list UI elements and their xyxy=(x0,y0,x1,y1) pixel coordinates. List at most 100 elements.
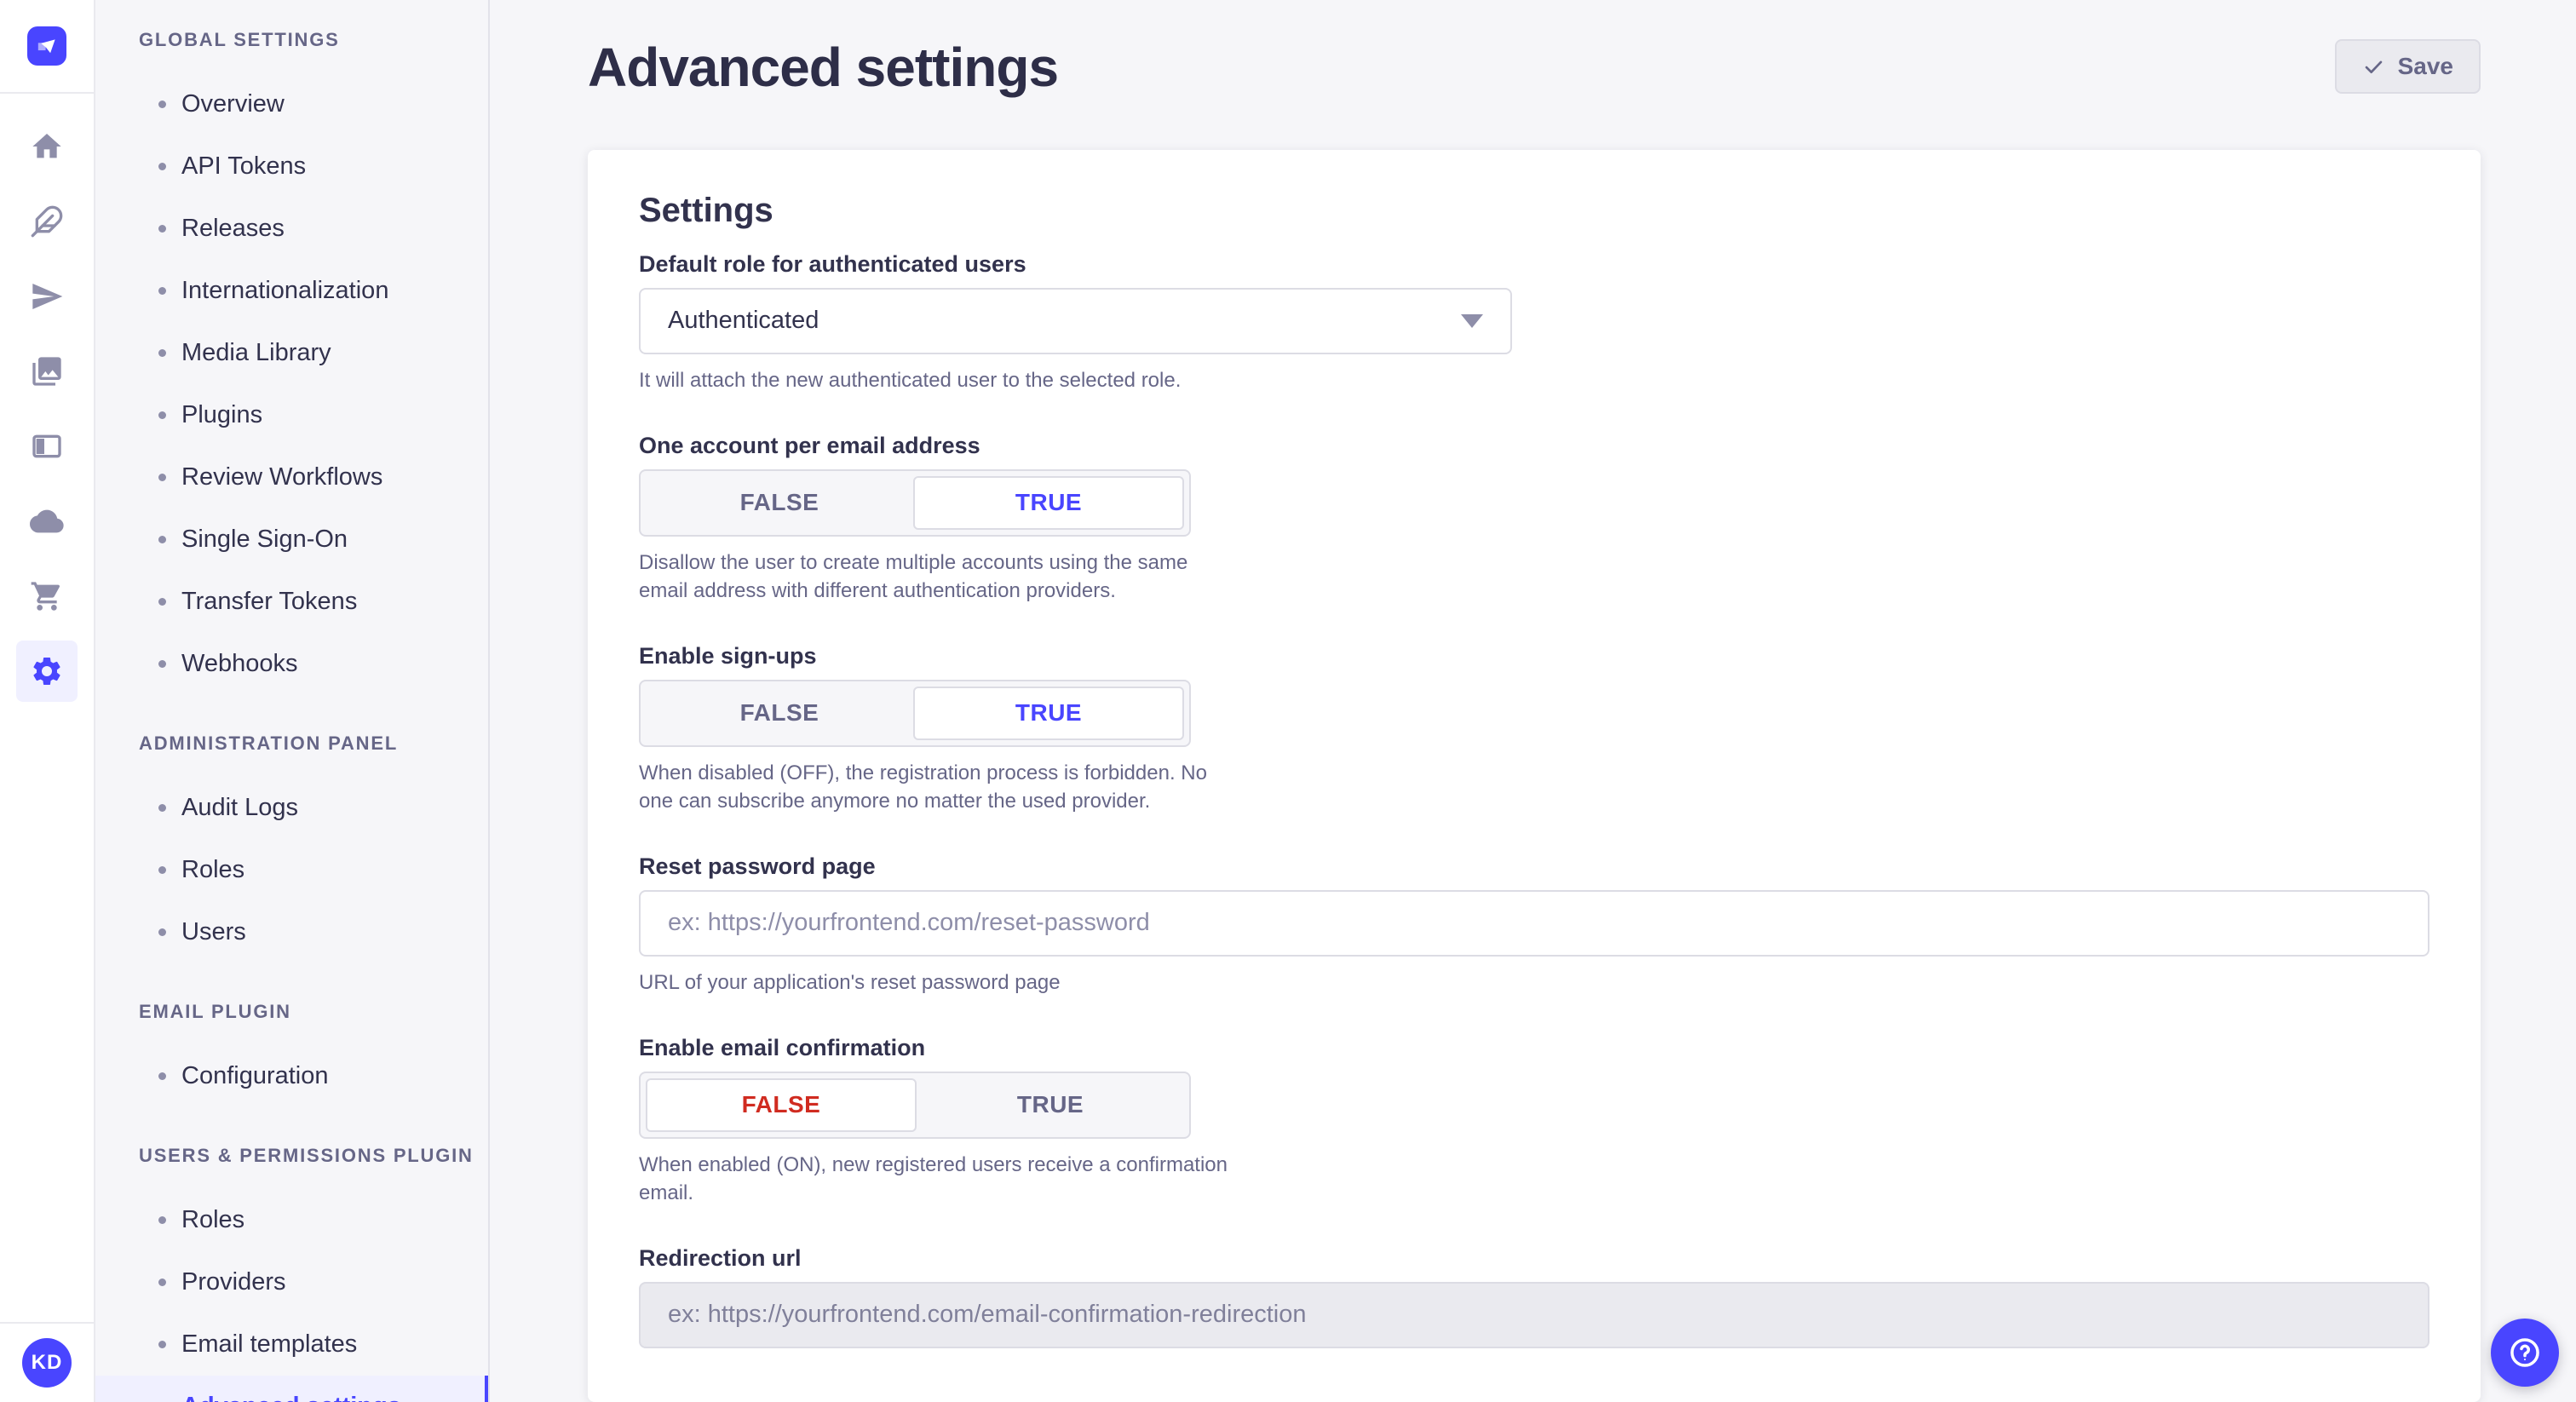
cloud-icon[interactable] xyxy=(16,491,78,552)
subnav-section-title: GLOBAL SETTINGS xyxy=(139,29,488,51)
bullet-icon xyxy=(158,1341,166,1348)
default-role-label: Default role for authenticated users xyxy=(639,250,2429,278)
sidebar-item-label: Users xyxy=(181,918,246,946)
strapi-glyph xyxy=(32,32,61,60)
save-button-label: Save xyxy=(2398,53,2453,80)
page-header: Advanced settings Save xyxy=(490,0,2576,150)
sidebar-item-label: Single Sign-On xyxy=(181,526,348,554)
page-title: Advanced settings xyxy=(588,39,1058,95)
default-role-hint: It will attach the new authenticated use… xyxy=(639,366,1235,394)
subnav-section: GLOBAL SETTINGS Overview API Tokens Release… xyxy=(95,29,488,695)
one-account-per-email-label: One account per email address xyxy=(639,432,2429,459)
sidebar-item-label: Review Workflows xyxy=(181,463,382,491)
enable-sign-ups-hint: When disabled (OFF), the registration pr… xyxy=(639,759,1235,815)
help-button[interactable] xyxy=(2491,1319,2559,1387)
question-icon xyxy=(2507,1335,2543,1370)
paper-plane-icon[interactable] xyxy=(16,266,78,327)
sidebar-item-label: Audit Logs xyxy=(181,794,298,822)
sidebar-item-webhooks[interactable]: Webhooks xyxy=(95,633,488,695)
feather-icon[interactable] xyxy=(16,191,78,252)
one-account-per-email-option-true[interactable]: TRUE xyxy=(913,476,1184,530)
nav-rail-items xyxy=(0,94,94,1322)
app: KD GLOBAL SETTINGS Overview API Tokens Rele… xyxy=(0,0,2576,1402)
reset-password-page-input[interactable] xyxy=(639,890,2429,957)
one-account-per-email-hint: Disallow the user to create multiple acc… xyxy=(639,549,1235,605)
enable-email-confirmation-hint: When enabled (ON), new registered users … xyxy=(639,1151,1235,1207)
default-role-select[interactable]: Authenticated xyxy=(639,288,1512,354)
default-role-select-value: Authenticated xyxy=(668,307,819,335)
strapi-logo-icon[interactable] xyxy=(27,26,66,66)
bullet-icon xyxy=(158,598,166,606)
bullet-icon xyxy=(158,1278,166,1286)
sidebar-item-users[interactable]: Users xyxy=(95,901,488,963)
enable-email-confirmation-option-false[interactable]: FALSE xyxy=(646,1078,917,1132)
main-area: Advanced settings Save Settings Default … xyxy=(490,0,2576,1402)
subnav-section: EMAIL PLUGIN Configuration xyxy=(95,1001,488,1107)
gear-icon[interactable] xyxy=(16,641,78,702)
sidebar-item-label: Email templates xyxy=(181,1330,357,1359)
save-button[interactable]: Save xyxy=(2335,39,2481,94)
bullet-icon xyxy=(158,474,166,481)
settings-section-title: Settings xyxy=(639,191,2429,230)
logo-section xyxy=(0,0,94,94)
bullet-icon xyxy=(158,225,166,233)
bullet-icon xyxy=(158,866,166,874)
sidebar-item-providers[interactable]: Providers xyxy=(95,1251,488,1313)
subnav-section-title: EMAIL PLUGIN xyxy=(139,1001,488,1023)
one-account-per-email-toggle: FALSETRUE xyxy=(639,469,1191,537)
sidebar-item-configuration[interactable]: Configuration xyxy=(95,1045,488,1107)
sidebar-item-internationalization[interactable]: Internationalization xyxy=(95,260,488,322)
avatar[interactable]: KD xyxy=(22,1338,72,1388)
bullet-icon xyxy=(158,1216,166,1224)
bullet-icon xyxy=(158,928,166,936)
reset-password-page-label: Reset password page xyxy=(639,853,2429,880)
subnav-section: ADMINISTRATION PANELAudit LogsRolesUsers xyxy=(95,733,488,963)
enable-email-confirmation-option-true[interactable]: TRUE xyxy=(917,1078,1184,1132)
sidebar-item-releases[interactable]: Releases xyxy=(95,198,488,260)
sidebar-item-roles[interactable]: Roles xyxy=(95,839,488,901)
enable-sign-ups-option-false[interactable]: FALSE xyxy=(646,687,913,740)
sidebar-item-transfer-tokens[interactable]: Transfer Tokens xyxy=(95,571,488,633)
sidebar-item-roles[interactable]: Roles xyxy=(95,1189,488,1251)
redirection-url-input xyxy=(639,1282,2429,1348)
enable-sign-ups-label: Enable sign-ups xyxy=(639,642,2429,669)
redirection-url-label: Redirection url xyxy=(639,1244,2429,1272)
bullet-icon xyxy=(158,349,166,357)
sidebar-item-advanced-settings[interactable]: Advanced settings xyxy=(95,1376,488,1402)
chevron-down-icon xyxy=(1461,314,1483,328)
sidebar-item-api-tokens[interactable]: API Tokens xyxy=(95,135,488,198)
one-account-per-email-option-false[interactable]: FALSE xyxy=(646,476,913,530)
enable-email-confirmation-toggle: FALSETRUE xyxy=(639,1072,1191,1139)
nav-rail: KD xyxy=(0,0,95,1402)
sidebar-item-media-library[interactable]: Media Library xyxy=(95,322,488,384)
bullet-icon xyxy=(158,287,166,295)
sidebar-item-review-workflows[interactable]: Review Workflows xyxy=(95,446,488,509)
field-enable-sign-ups: Enable sign-ups FALSETRUE When disabled (O… xyxy=(639,642,2429,815)
check-icon xyxy=(2362,55,2385,78)
field-reset-password-page: Reset password pageURL of your applicati… xyxy=(639,853,2429,997)
sidebar-item-label: Configuration xyxy=(181,1062,329,1090)
sidebar-item-label: Releases xyxy=(181,215,285,243)
sidebar-item-plugins[interactable]: Plugins xyxy=(95,384,488,446)
subnav-section-title: USERS & PERMISSIONS PLUGIN xyxy=(139,1145,488,1167)
settings-fields: Default role for authenticated users Auth… xyxy=(639,250,2429,1348)
cart-icon[interactable] xyxy=(16,566,78,627)
bullet-icon xyxy=(158,804,166,812)
home-icon[interactable] xyxy=(16,116,78,177)
enable-sign-ups-option-true[interactable]: TRUE xyxy=(913,687,1184,740)
settings-card: Settings Default role for authenticated … xyxy=(588,150,2481,1402)
avatar-section: KD xyxy=(0,1322,94,1402)
sidebar-item-overview[interactable]: Overview xyxy=(95,73,488,135)
sidebar-item-audit-logs[interactable]: Audit Logs xyxy=(95,777,488,839)
field-redirection-url: Redirection url xyxy=(639,1244,2429,1348)
pictures-icon[interactable] xyxy=(16,341,78,402)
sidebar-item-label: API Tokens xyxy=(181,152,306,181)
sidebar-item-email-templates[interactable]: Email templates xyxy=(95,1313,488,1376)
bullet-icon xyxy=(158,163,166,170)
layout-icon[interactable] xyxy=(16,416,78,477)
sidebar-item-single-sign-on[interactable]: Single Sign-On xyxy=(95,509,488,571)
sidebar-item-label: Providers xyxy=(181,1268,286,1296)
sidebar-item-label: Roles xyxy=(181,856,244,884)
bullet-icon xyxy=(158,536,166,543)
field-default-role: Default role for authenticated users Auth… xyxy=(639,250,2429,394)
